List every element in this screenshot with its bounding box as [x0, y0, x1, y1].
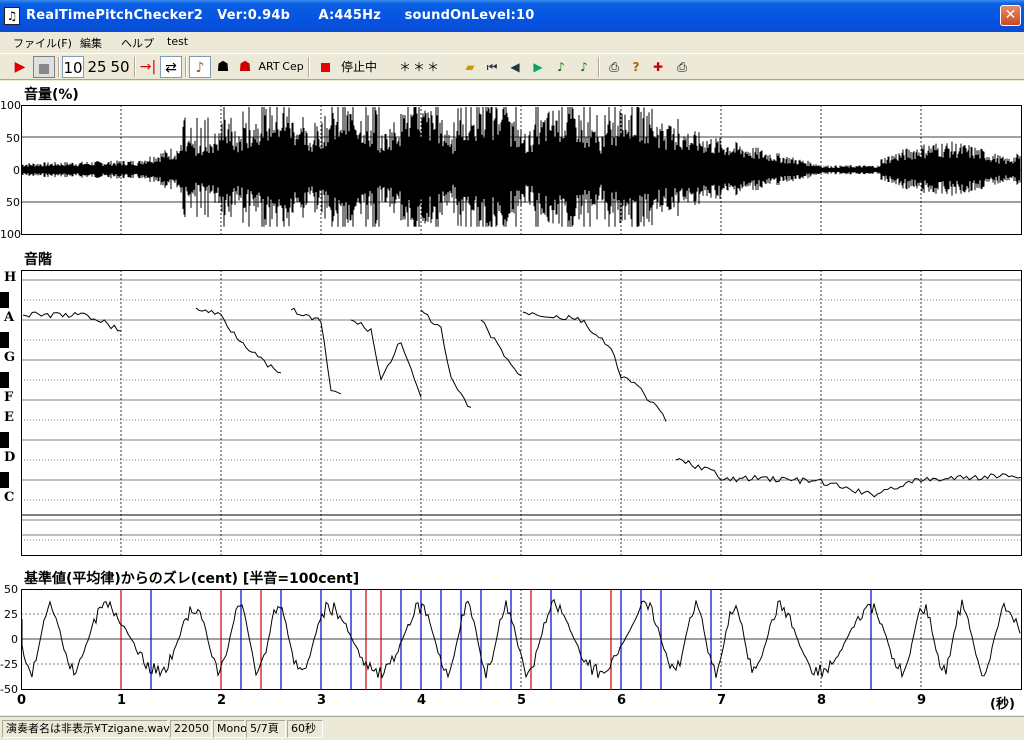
toolbar: ▶ 10 25 50 →| ⇄ ♪ ☗ ☗ ART Cep 停止中 ＊＊＊ ▰ … [0, 53, 1024, 80]
menu-edit[interactable]: 編集 [80, 35, 102, 51]
tuning-fork-icon: ♫ [4, 7, 20, 25]
toolbar-separator [598, 57, 600, 77]
time-tick: 5 [517, 693, 527, 708]
note-label-a: A [4, 310, 15, 325]
prev-page-icon[interactable]: ◀ [506, 56, 524, 78]
status-text: 停止中 [340, 60, 377, 74]
status-page: 5/7頁 [246, 720, 286, 738]
menu-help[interactable]: ヘルプ [121, 35, 154, 51]
cent-ytick: 0 [11, 633, 18, 646]
scale-title: 音階 [24, 252, 52, 268]
black-key [0, 292, 9, 308]
status-sample-rate: 22050 [170, 720, 212, 738]
art-button[interactable]: ART [258, 56, 280, 78]
volume-title: 音量(%) [24, 87, 79, 103]
time-tick: 4 [417, 693, 427, 708]
time-tick: 2 [217, 693, 227, 708]
time-tick: 0 [17, 693, 27, 708]
plot-frame [21, 270, 1022, 556]
folder-open-icon[interactable]: ▰ [460, 56, 480, 78]
printer-icon[interactable]: ⎙ [604, 56, 624, 78]
time-tick: 8 [817, 693, 827, 708]
volume-waveform-plot [21, 105, 1022, 235]
help-icon[interactable]: ? [627, 56, 645, 78]
pitch-scale-plot [21, 270, 1022, 556]
volume-ytick: 50 [6, 132, 20, 145]
repeat-icon[interactable]: ⇄ [160, 56, 182, 78]
person-red-icon[interactable]: ☗ [235, 56, 255, 78]
note-label-h: H [4, 270, 17, 285]
main-area: 音量(%) 100 50 0 50 100 音階 H A G F E D C 基… [0, 81, 1024, 715]
toolbar-separator [185, 57, 187, 77]
cent-ytick: 50 [4, 583, 18, 596]
violin-icon[interactable]: ♪ [189, 56, 211, 78]
cent-ytick: 25 [4, 608, 18, 621]
note-label-d: D [4, 450, 16, 465]
play-icon[interactable]: ▶ [10, 56, 30, 78]
black-key [0, 332, 9, 348]
time-tick: 3 [317, 693, 327, 708]
cent-ytick: -50 [0, 683, 18, 696]
cent-deviation-plot [21, 589, 1022, 690]
close-button[interactable]: ✕ [1000, 5, 1021, 26]
status-bar: 演奏者名は非表示¥Tzigane.wav 22050 Mono 5/7頁 60秒 [0, 716, 1024, 740]
menu-file[interactable]: ファイル(F) [13, 35, 72, 51]
note-outline-icon[interactable]: ♪ [575, 56, 593, 78]
jump-to-end-icon[interactable]: →| [138, 56, 158, 78]
status-file: 演奏者名は非表示¥Tzigane.wav [2, 720, 170, 738]
record-stop-icon [318, 56, 332, 78]
note-label-c: C [4, 490, 15, 505]
black-key [0, 432, 9, 448]
volume-ytick: 100 [0, 99, 21, 112]
speed-10-button[interactable]: 10 [62, 56, 84, 78]
speed-50-button[interactable]: 50 [109, 56, 131, 78]
toolbar-separator [58, 57, 60, 77]
window-title: RealTimePitchChecker2 Ver:0.94b A:445Hz … [26, 8, 535, 23]
time-tick: 9 [917, 693, 927, 708]
black-key [0, 372, 9, 388]
next-page-icon[interactable]: ▶ [529, 56, 547, 78]
speed-25-button[interactable]: 25 [86, 56, 108, 78]
cent-ytick: -25 [0, 658, 18, 671]
title-bar: ♫ RealTimePitchChecker2 Ver:0.94b A:445H… [0, 0, 1024, 32]
time-unit: (秒) [990, 697, 1015, 712]
print-icon[interactable]: ⎙ [672, 56, 692, 78]
status-duration: 60秒 [287, 720, 323, 738]
note-label-e: E [4, 410, 14, 425]
toolbar-separator [134, 57, 136, 77]
cent-title: 基準値(平均律)からのズレ(cent) [半音=100cent] [24, 571, 360, 587]
note-green-icon[interactable]: ♪ [552, 56, 570, 78]
time-tick: 1 [117, 693, 127, 708]
person-icon[interactable]: ☗ [213, 56, 233, 78]
stop-icon [39, 63, 49, 74]
black-key [0, 472, 9, 488]
toolbar-separator [308, 57, 310, 77]
stop-button[interactable] [33, 56, 55, 78]
note-label-f: F [4, 390, 14, 405]
pitch-readout: ＊＊＊ [398, 60, 441, 74]
status-channel: Mono [213, 720, 247, 738]
first-page-icon[interactable]: ⏮ [483, 56, 501, 78]
cep-button[interactable]: Cep [282, 56, 304, 78]
volume-ytick: 0 [13, 164, 20, 177]
volume-ytick: 50 [6, 196, 20, 209]
menu-test[interactable]: test [167, 35, 188, 48]
menu-bar: ファイル(F) 編集 ヘルプ test [0, 32, 1024, 52]
note-label-g: G [4, 350, 16, 365]
volume-ytick: 100 [0, 228, 21, 241]
time-tick: 6 [617, 693, 627, 708]
time-tick: 7 [717, 693, 727, 708]
split-icon[interactable]: ✚ [648, 56, 668, 78]
